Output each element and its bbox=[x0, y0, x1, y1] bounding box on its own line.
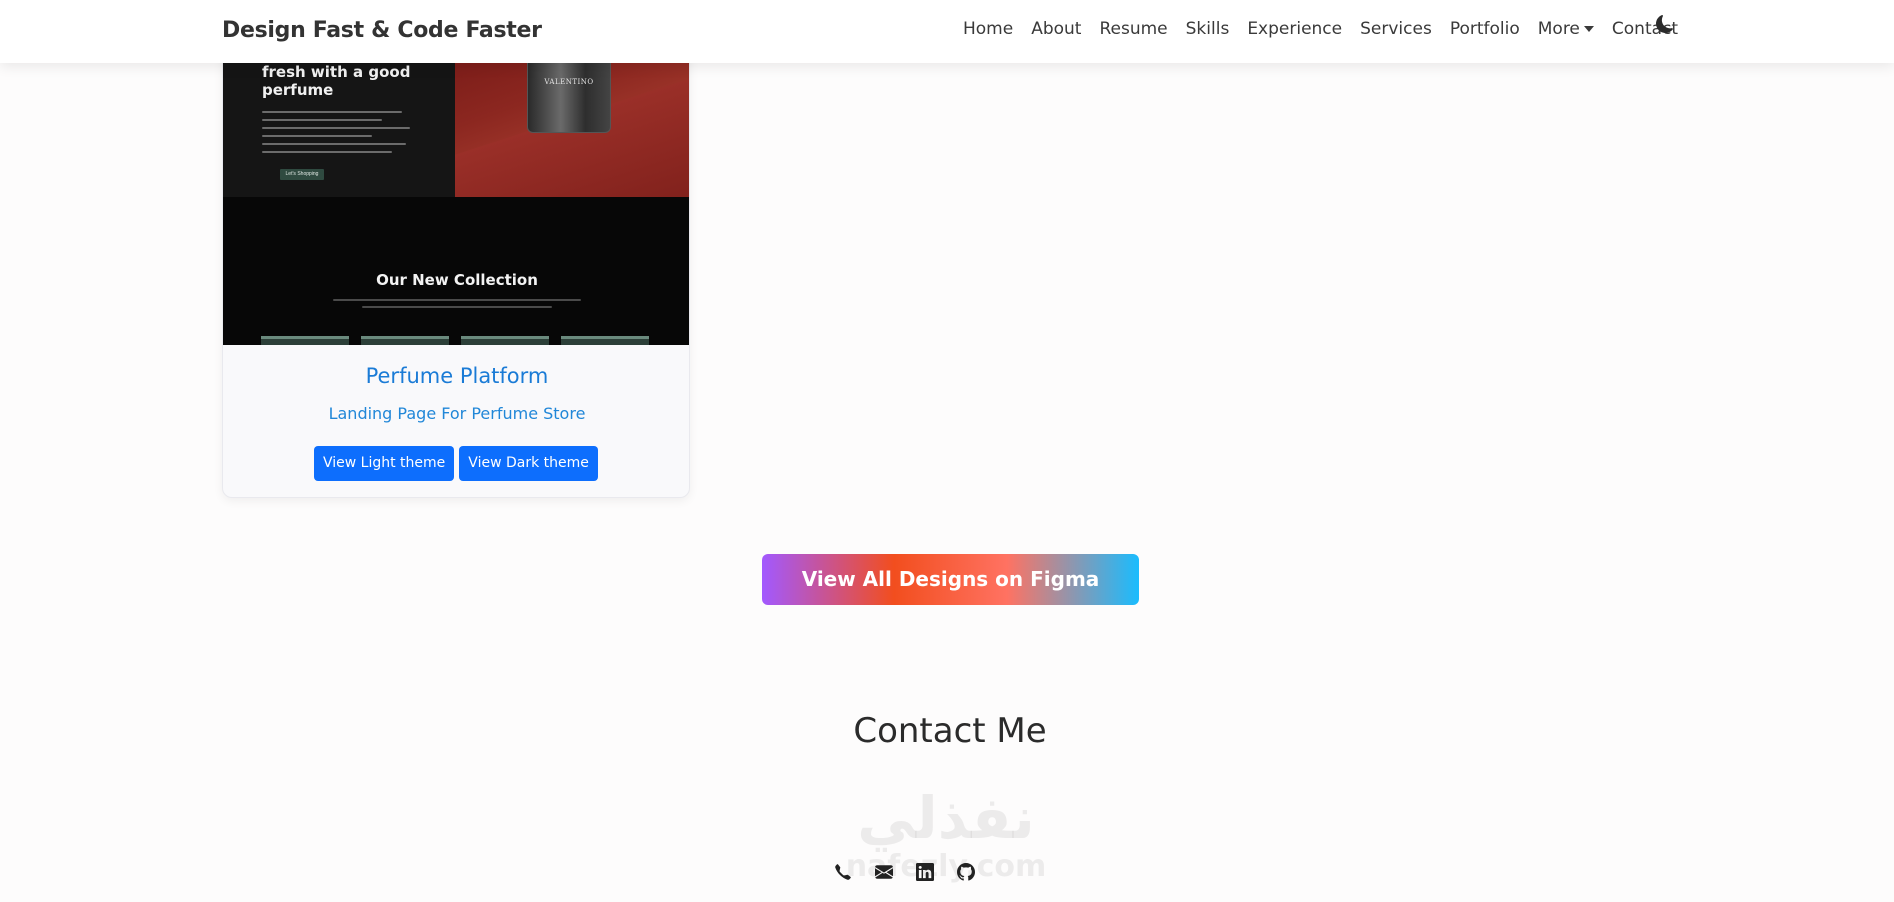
project-title: Perfume Platform bbox=[365, 364, 549, 388]
watermark-arabic: نفذلي bbox=[857, 784, 1035, 852]
nav-experience[interactable]: Experience bbox=[1247, 19, 1342, 39]
github-icon[interactable] bbox=[957, 863, 975, 881]
linkedin-icon[interactable] bbox=[916, 863, 934, 881]
view-light-theme-button[interactable]: View Light theme bbox=[314, 446, 455, 481]
contact-social-links bbox=[834, 863, 975, 881]
preview-thumbnails bbox=[261, 336, 649, 345]
bottle-label: VALENTINO bbox=[544, 78, 594, 86]
preview-hero-title: fresh with a good perfume bbox=[262, 63, 411, 99]
nav-resume[interactable]: Resume bbox=[1099, 19, 1167, 39]
moon-icon[interactable] bbox=[1656, 15, 1674, 33]
nav-home[interactable]: Home bbox=[963, 19, 1013, 39]
contact-title: Contact Me bbox=[853, 711, 1047, 751]
view-dark-theme-button[interactable]: View Dark theme bbox=[459, 446, 598, 481]
preview-collection-title: Our New Collection bbox=[376, 271, 538, 289]
phone-icon[interactable] bbox=[834, 863, 852, 881]
card-body: Perfume Platform Landing Page For Perfum… bbox=[223, 345, 689, 497]
preview-hero-text bbox=[262, 111, 412, 159]
nav-about[interactable]: About bbox=[1031, 19, 1081, 39]
project-subtitle: Landing Page For Perfume Store bbox=[328, 404, 586, 423]
caret-down-icon bbox=[1583, 26, 1594, 32]
portfolio-card: fresh with a good perfume Let's Shopping… bbox=[222, 0, 690, 498]
email-icon[interactable] bbox=[875, 863, 893, 881]
nav-portfolio[interactable]: Portfolio bbox=[1450, 19, 1520, 39]
preview-collection-text bbox=[331, 299, 583, 313]
view-all-figma-button[interactable]: View All Designs on Figma bbox=[762, 554, 1139, 605]
preview-hero-button: Let's Shopping bbox=[280, 169, 324, 180]
top-navbar: Design Fast & Code Faster Home About Res… bbox=[0, 0, 1894, 63]
nav-more-label: More bbox=[1537, 19, 1580, 39]
nav-links: Home About Resume Skills Experience Serv… bbox=[963, 19, 1696, 39]
card-buttons: View Light theme View Dark theme bbox=[314, 446, 598, 481]
brand-logo[interactable]: Design Fast & Code Faster bbox=[222, 18, 542, 43]
nav-skills[interactable]: Skills bbox=[1186, 19, 1230, 39]
nav-more-dropdown[interactable]: More bbox=[1538, 19, 1594, 39]
nav-services[interactable]: Services bbox=[1360, 19, 1432, 39]
